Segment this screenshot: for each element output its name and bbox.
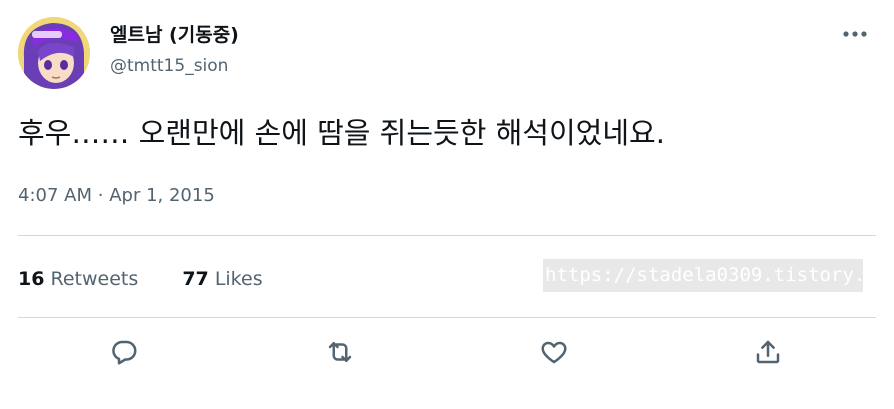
tweet-stats: 16 Retweets 77 Likes xyxy=(18,265,301,293)
divider-bottom xyxy=(18,317,876,318)
tweet-timestamp: 4:07 AM · Apr 1, 2015 xyxy=(18,183,215,209)
reply-icon xyxy=(112,340,137,365)
author-names: 엘트남 (기동중) @tmtt15_sion xyxy=(110,22,239,78)
retweets-label: Retweets xyxy=(50,268,139,290)
timestamp-separator: · xyxy=(97,185,104,206)
tweet-actions xyxy=(0,330,894,380)
watermark: https://stadela0309.tistory.com xyxy=(543,259,863,292)
more-horizontal-icon xyxy=(843,31,867,37)
heart-icon xyxy=(541,341,567,364)
tweet-date[interactable]: Apr 1, 2015 xyxy=(109,185,215,206)
tweet-time[interactable]: 4:07 AM xyxy=(18,185,92,206)
more-options-button[interactable] xyxy=(838,21,872,47)
likes-stat[interactable]: 77 Likes xyxy=(182,265,262,293)
share-icon xyxy=(756,340,780,364)
reply-button[interactable] xyxy=(102,330,146,374)
share-button[interactable] xyxy=(746,330,790,374)
author-handle[interactable]: @tmtt15_sion xyxy=(110,54,239,78)
likes-label: Likes xyxy=(214,268,263,290)
retweet-icon xyxy=(328,342,352,362)
retweets-count: 16 xyxy=(18,268,45,290)
divider-top xyxy=(18,235,876,236)
retweets-stat[interactable]: 16 Retweets xyxy=(18,265,138,293)
likes-count: 77 xyxy=(182,268,209,290)
avatar[interactable] xyxy=(18,17,90,89)
retweet-button[interactable] xyxy=(318,330,362,374)
tweet-text: 후우…… 오랜만에 손에 땀을 쥐는듯한 해석이었네요. xyxy=(18,116,665,150)
like-button[interactable] xyxy=(532,330,576,374)
author-display-name[interactable]: 엘트남 (기동중) xyxy=(110,22,239,48)
avatar-image xyxy=(18,17,90,89)
tweet-header: 엘트남 (기동중) @tmtt15_sion xyxy=(18,17,876,89)
